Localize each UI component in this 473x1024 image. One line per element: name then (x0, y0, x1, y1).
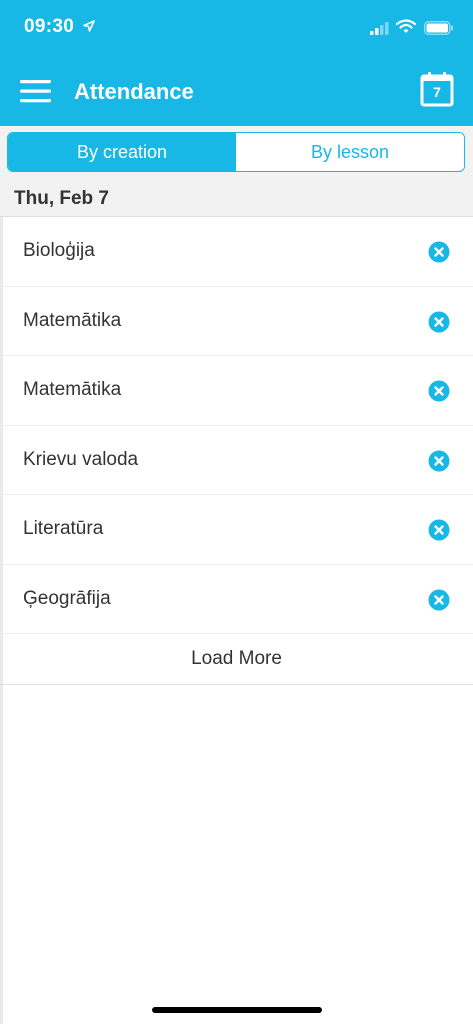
status-bar: 09:30 (0, 0, 473, 58)
lesson-name: Literatūra (23, 518, 104, 539)
lesson-name: Ģeogrāfija (23, 587, 111, 609)
date-section-header: Thu, Feb 7 (0, 179, 473, 217)
date-header-label: Thu, Feb 7 (14, 188, 109, 209)
remove-icon[interactable] (428, 241, 450, 263)
calendar-day-number: 7 (433, 84, 441, 100)
wifi-icon (396, 19, 416, 33)
lesson-name: Krievu valoda (23, 448, 139, 470)
remove-icon[interactable] (428, 311, 450, 333)
lesson-list: Bioloģija Matemātika Matemātika Krievu v… (0, 217, 473, 634)
remove-icon[interactable] (428, 450, 450, 472)
page-title: Attendance (74, 79, 194, 104)
segmented-control-wrapper: By creation By lesson (0, 126, 473, 179)
signal-icon (370, 22, 389, 35)
calendar-icon[interactable]: 7 (419, 70, 455, 108)
remove-icon[interactable] (428, 380, 450, 402)
list-item[interactable]: Matemātika (0, 356, 473, 426)
remove-icon[interactable] (428, 589, 450, 611)
status-time: 09:30 (24, 16, 75, 37)
app-header: 09:30 Attendance 7 (0, 0, 473, 126)
list-item[interactable]: Matemātika (0, 287, 473, 356)
tab-by-lesson[interactable]: By lesson (236, 133, 464, 171)
lesson-name: Matemātika (23, 309, 122, 331)
load-more-button[interactable]: Load More (0, 634, 473, 685)
list-item[interactable]: Krievu valoda (0, 426, 473, 495)
battery-icon (424, 21, 453, 35)
segmented-control: By creation By lesson (7, 132, 465, 172)
location-arrow-icon (83, 20, 95, 32)
home-indicator[interactable] (152, 1007, 322, 1013)
tab-by-creation[interactable]: By creation (8, 133, 236, 171)
list-item[interactable]: Bioloģija (0, 217, 473, 287)
remove-icon[interactable] (428, 519, 450, 541)
lesson-name: Bioloģija (23, 240, 95, 261)
hamburger-menu-icon[interactable] (18, 78, 54, 106)
lesson-name: Matemātika (23, 379, 122, 400)
list-item[interactable]: Literatūra (0, 495, 473, 565)
list-item[interactable]: Ģeogrāfija (0, 565, 473, 634)
